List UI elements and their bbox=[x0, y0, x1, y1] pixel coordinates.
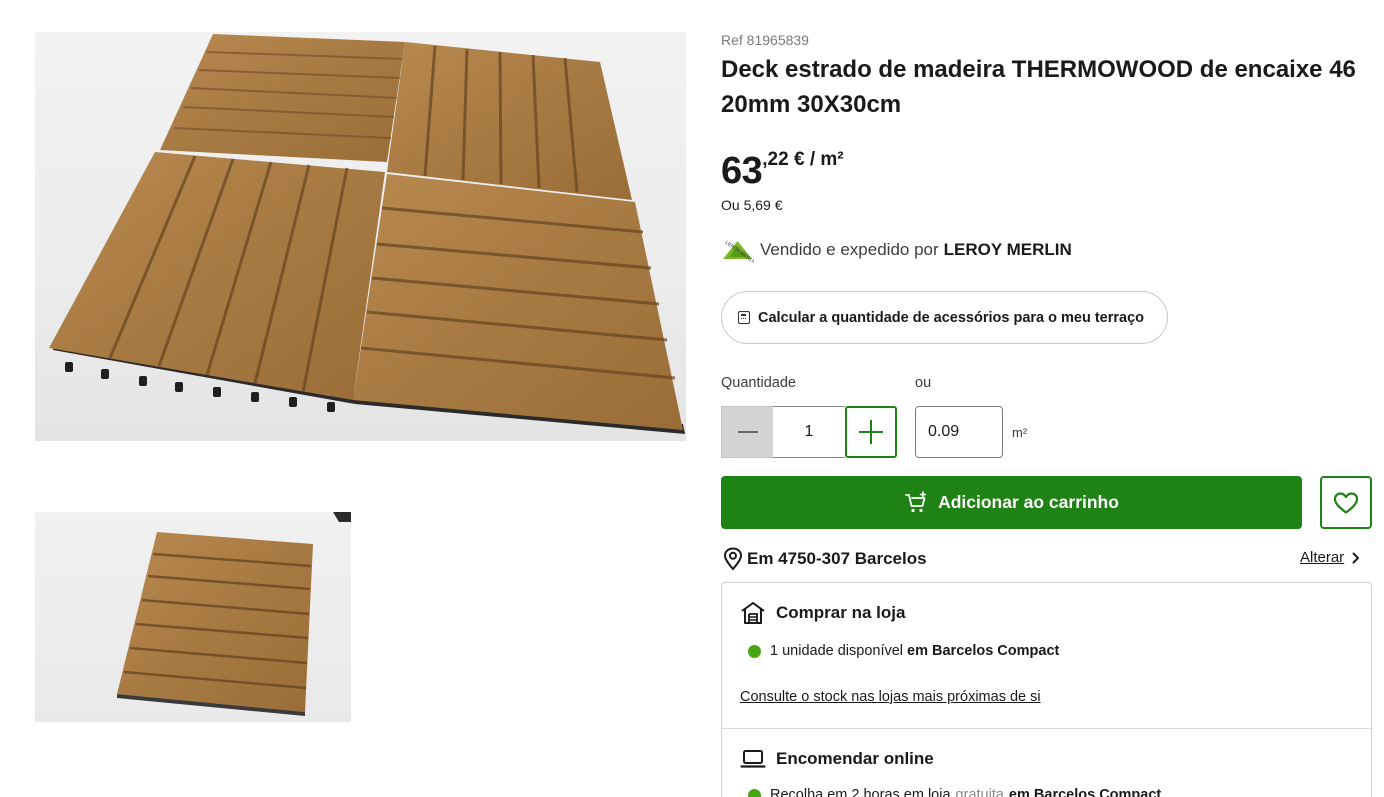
quantity-value[interactable]: 1 bbox=[773, 406, 845, 458]
calculate-accessories-label: Calcular a quantidade de acessórios para… bbox=[758, 309, 1145, 326]
stock-quantity-text: 1 unidade disponível bbox=[770, 643, 904, 659]
available-status-dot bbox=[748, 644, 761, 658]
wishlist-button[interactable] bbox=[1320, 476, 1372, 529]
deck-tile-illustration bbox=[49, 34, 685, 434]
store-stock-status: 1 unidade disponível em Barcelos Compact bbox=[748, 643, 1059, 659]
order-online-heading: Encomendar online bbox=[740, 746, 934, 772]
store-icon bbox=[741, 602, 765, 624]
decrease-quantity-button[interactable] bbox=[721, 406, 773, 458]
quantity-stepper: 1 bbox=[721, 406, 897, 458]
change-location-label: Alterar bbox=[1300, 549, 1345, 566]
calculate-accessories-button[interactable]: Calcular a quantidade de acessórios para… bbox=[721, 291, 1168, 344]
product-price: 63,22 € / m² bbox=[721, 146, 844, 192]
quadrant-bottom-left bbox=[49, 152, 385, 400]
quadrant-top-right bbox=[387, 42, 632, 200]
price-integer: 63 bbox=[721, 150, 763, 192]
pickup-free-text: gratuita bbox=[955, 787, 1004, 797]
seller-name: LEROY MERLIN bbox=[943, 240, 1072, 259]
increase-quantity-button[interactable] bbox=[845, 406, 897, 458]
availability-divider bbox=[722, 728, 1371, 729]
pickup-status-dot bbox=[748, 788, 761, 797]
product-reference: Ref 81965839 bbox=[721, 32, 809, 48]
delivery-location: Em 4750-307 Barcelos bbox=[723, 547, 927, 571]
chevron-right-icon bbox=[1352, 552, 1360, 563]
stock-store-name: em Barcelos Compact bbox=[907, 643, 1060, 659]
heart-icon bbox=[1333, 491, 1359, 514]
pickup-store-name: em Barcelos Compact bbox=[1008, 787, 1162, 797]
price-per-unit: Ou 5,69 € bbox=[721, 197, 783, 213]
store-pickup-option: Recolha em 2 horas em loja gratuita em B… bbox=[748, 787, 1161, 797]
deck-tile-thumbnail-illustration bbox=[117, 512, 351, 716]
or-label: ou bbox=[915, 375, 932, 391]
seller-prefix: Vendido e expedido por bbox=[760, 240, 939, 259]
seller-info: LEROY MERLIN Vendido e expedido por LERO… bbox=[721, 236, 1072, 264]
location-text: Em 4750-307 Barcelos bbox=[747, 549, 927, 568]
quadrant-top-left bbox=[160, 34, 405, 162]
product-title: Deck estrado de madeira THERMOWOOD de en… bbox=[721, 56, 1356, 118]
pickup-lead-text: Recolha em 2 horas em loja bbox=[770, 787, 951, 797]
add-to-cart-button[interactable]: Adicionar ao carrinho bbox=[721, 476, 1302, 529]
product-thumbnail[interactable] bbox=[35, 512, 351, 722]
location-pin-icon bbox=[723, 547, 743, 571]
add-to-cart-label: Adicionar ao carrinho bbox=[938, 492, 1119, 512]
order-online-title: Encomendar online bbox=[776, 749, 934, 768]
leroy-merlin-logo-icon: LEROY MERLIN bbox=[723, 240, 754, 263]
area-input[interactable] bbox=[915, 406, 1003, 458]
buy-in-store-heading: Comprar na loja bbox=[740, 600, 905, 626]
calculator-icon bbox=[738, 311, 750, 324]
laptop-icon bbox=[740, 750, 766, 768]
quadrant-bottom-right bbox=[353, 174, 683, 430]
quantity-label: Quantidade bbox=[721, 375, 796, 391]
nearby-stores-stock-link[interactable]: Consulte o stock nas lojas mais próximas… bbox=[740, 689, 1041, 705]
product-main-image[interactable] bbox=[35, 32, 686, 441]
change-location-link[interactable]: Alterar bbox=[1300, 549, 1360, 566]
minus-icon bbox=[737, 431, 758, 433]
area-unit: m² bbox=[1012, 425, 1028, 440]
buy-in-store-title: Comprar na loja bbox=[776, 603, 906, 622]
price-decimal-unit: ,22 € / m² bbox=[762, 149, 844, 170]
cart-plus-icon bbox=[905, 490, 927, 512]
